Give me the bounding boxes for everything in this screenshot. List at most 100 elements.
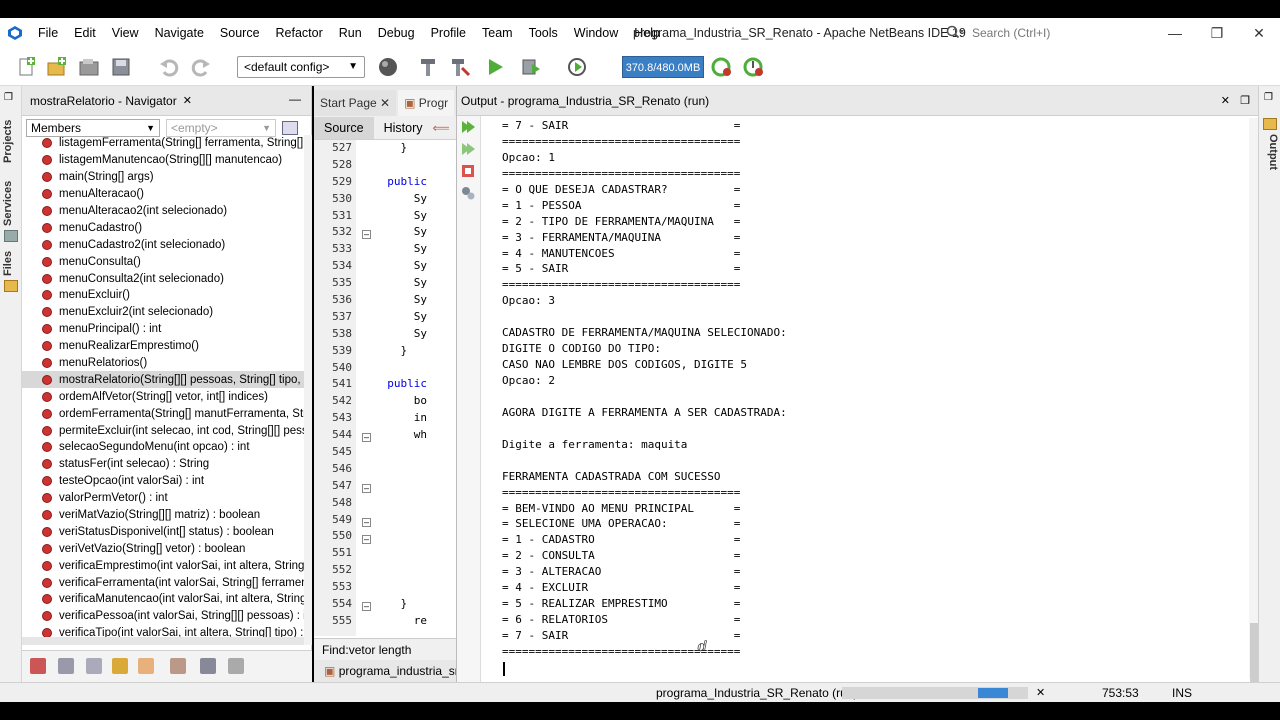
menu-team[interactable]: Team bbox=[474, 18, 521, 48]
member-item[interactable]: menuRelatorios() bbox=[22, 355, 304, 372]
member-item[interactable]: verificaPessoa(int valorSai, String[][] … bbox=[22, 608, 304, 625]
menu-edit[interactable]: Edit bbox=[66, 18, 104, 48]
sort-by-name-icon[interactable] bbox=[200, 658, 216, 674]
fold-toggle-icon[interactable]: – bbox=[362, 433, 371, 442]
cancel-task-icon[interactable]: ✕ bbox=[1036, 686, 1045, 699]
menu-profile[interactable]: Profile bbox=[423, 18, 474, 48]
member-item[interactable]: menuConsulta() bbox=[22, 253, 304, 270]
stop-icon[interactable] bbox=[461, 164, 475, 178]
restore-window-icon[interactable]: ❐ bbox=[1264, 92, 1273, 103]
tab-files[interactable]: Files bbox=[2, 250, 20, 276]
debug-icon[interactable] bbox=[520, 56, 542, 78]
back-icon[interactable]: ⟸ bbox=[433, 121, 450, 135]
member-item[interactable]: veriVetVazio(String[] vetor) : boolean bbox=[22, 540, 304, 557]
member-item[interactable]: veriMatVazio(String[][] matriz) : boolea… bbox=[22, 507, 304, 524]
open-project-icon[interactable] bbox=[78, 56, 100, 78]
rerun-icon[interactable] bbox=[461, 120, 475, 134]
member-item[interactable]: listagemManutencao(String[][] manutencao… bbox=[22, 152, 304, 169]
clean-build-icon[interactable] bbox=[449, 56, 471, 78]
running-task-label[interactable]: programa_Industria_SR_Renato (run) bbox=[656, 686, 857, 700]
close-icon[interactable]: ✕ bbox=[183, 94, 192, 107]
output-scroll-thumb[interactable] bbox=[1250, 623, 1258, 683]
fold-toggle-icon[interactable]: – bbox=[362, 602, 371, 611]
output-title[interactable]: Output - programa_Industria_SR_Renato (r… bbox=[461, 94, 709, 108]
menu-run[interactable]: Run bbox=[331, 18, 370, 48]
show-non-public-icon[interactable] bbox=[112, 658, 128, 674]
tab-output[interactable]: Output bbox=[1261, 134, 1279, 174]
navigator-title[interactable]: mostraRelatorio - Navigator bbox=[26, 94, 181, 108]
history-button[interactable]: History bbox=[374, 117, 433, 139]
member-item[interactable]: listagemFerramenta(String[] ferramenta, … bbox=[22, 135, 304, 152]
filter-options-icon[interactable] bbox=[282, 121, 298, 135]
member-item[interactable]: verificaManutencao(int valorSai, int alt… bbox=[22, 591, 304, 608]
show-fqn-icon[interactable] bbox=[170, 658, 186, 674]
member-item[interactable]: verificaFerramenta(int valorSai, String[… bbox=[22, 574, 304, 591]
navigator-horizontal-scrollbar[interactable] bbox=[22, 637, 304, 645]
close-icon[interactable]: ✕ bbox=[1221, 94, 1230, 107]
member-item[interactable]: menuPrincipal() : int bbox=[22, 321, 304, 338]
fold-toggle-icon[interactable]: – bbox=[362, 484, 371, 493]
menu-refactor[interactable]: Refactor bbox=[268, 18, 331, 48]
save-all-icon[interactable] bbox=[110, 56, 132, 78]
member-item[interactable]: verificaEmprestimo(int valorSai, int alt… bbox=[22, 557, 304, 574]
member-item[interactable]: menuAlteracao2(int selecionado) bbox=[22, 203, 304, 220]
code-area[interactable]: } public Sy Sy Sy Sy Sy Sy Sy Sy Sy } pu… bbox=[374, 140, 456, 636]
new-file-icon[interactable] bbox=[16, 56, 38, 78]
member-item[interactable]: menuCadastro() bbox=[22, 219, 304, 236]
member-item[interactable]: ordemFerramenta(String[] manutFerramenta… bbox=[22, 405, 304, 422]
menu-file[interactable]: File bbox=[30, 18, 66, 48]
member-item[interactable]: valorPermVetor() : int bbox=[22, 490, 304, 507]
source-button[interactable]: Source bbox=[314, 116, 374, 139]
member-item[interactable]: statusFer(int selecao) : String bbox=[22, 456, 304, 473]
tab-services[interactable]: Services bbox=[2, 181, 20, 226]
bottom-file-tab[interactable]: ▣ programa_industria_sr_ bbox=[314, 660, 456, 682]
member-item[interactable]: veriStatusDisponivel(int[] status) : boo… bbox=[22, 523, 304, 540]
menu-debug[interactable]: Debug bbox=[370, 18, 423, 48]
menu-navigate[interactable]: Navigate bbox=[147, 18, 212, 48]
fold-toggle-icon[interactable]: – bbox=[362, 230, 371, 239]
menu-window[interactable]: Window bbox=[566, 18, 626, 48]
config-select[interactable]: <default config> ▼ bbox=[237, 56, 365, 78]
member-item[interactable]: menuExcluir() bbox=[22, 287, 304, 304]
navigator-scrollbar[interactable] bbox=[304, 135, 312, 645]
console-output[interactable]: = 7 - SAIR = ============================… bbox=[502, 118, 1242, 678]
member-item[interactable]: testeOpcao(int valorSai) : int bbox=[22, 473, 304, 490]
member-item[interactable]: main(String[] args) bbox=[22, 169, 304, 186]
profile-icon[interactable] bbox=[566, 56, 588, 78]
profiler-snapshot-icon[interactable] bbox=[742, 56, 764, 78]
build-hammer-icon[interactable] bbox=[417, 56, 439, 78]
memory-meter[interactable]: 370.8/480.0MB bbox=[622, 56, 704, 78]
member-item[interactable]: menuRealizarEmprestimo() bbox=[22, 338, 304, 355]
show-fields-icon[interactable] bbox=[58, 658, 74, 674]
member-item[interactable]: menuAlteracao() bbox=[22, 186, 304, 203]
search-input[interactable]: Search (Ctrl+I) bbox=[946, 22, 1152, 44]
member-item[interactable]: selecaoSegundoMenu(int opcao) : int bbox=[22, 439, 304, 456]
run-icon[interactable] bbox=[484, 56, 506, 78]
member-item[interactable]: menuExcluir2(int selecionado) bbox=[22, 304, 304, 321]
member-item[interactable]: mostraRelatorio(String[][] pessoas, Stri… bbox=[22, 371, 304, 389]
find-input[interactable]: vetor length bbox=[349, 643, 412, 657]
settings-icon[interactable] bbox=[461, 186, 475, 200]
member-item[interactable]: menuConsulta2(int selecionado) bbox=[22, 270, 304, 287]
minimize-button[interactable]: — bbox=[1154, 18, 1196, 48]
undo-icon[interactable] bbox=[158, 56, 180, 78]
fold-toggle-icon[interactable]: – bbox=[362, 535, 371, 544]
member-item[interactable]: ordemAlfVetor(String[] vetor, int[] indi… bbox=[22, 388, 304, 405]
close-icon[interactable]: ✕ bbox=[380, 96, 390, 110]
globe-icon[interactable] bbox=[377, 56, 399, 78]
minimize-panel-icon[interactable]: — bbox=[289, 92, 301, 106]
gc-icon[interactable] bbox=[710, 56, 732, 78]
show-inherited-icon[interactable] bbox=[30, 658, 46, 674]
rerun-with-params-icon[interactable] bbox=[461, 142, 475, 156]
tab-programa[interactable]: ▣ Progr bbox=[398, 90, 455, 116]
new-project-icon[interactable] bbox=[46, 56, 68, 78]
show-static-icon[interactable] bbox=[86, 658, 102, 674]
show-inner-classes-icon[interactable] bbox=[138, 658, 154, 674]
find-bar[interactable]: Find:vetor length bbox=[314, 638, 456, 660]
menu-view[interactable]: View bbox=[104, 18, 147, 48]
close-window-button[interactable]: ✕ bbox=[1238, 18, 1280, 48]
sort-by-source-icon[interactable] bbox=[228, 658, 244, 674]
tab-start-page[interactable]: Start Page ✕ bbox=[314, 90, 397, 116]
restore-window-icon[interactable]: ❐ bbox=[4, 92, 13, 103]
redo-icon[interactable] bbox=[190, 56, 212, 78]
